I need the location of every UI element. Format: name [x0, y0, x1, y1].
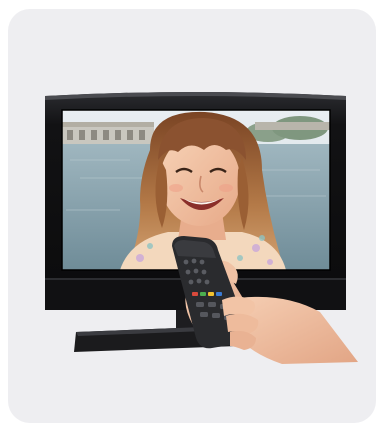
tv-remote-illustration: [45, 92, 358, 364]
